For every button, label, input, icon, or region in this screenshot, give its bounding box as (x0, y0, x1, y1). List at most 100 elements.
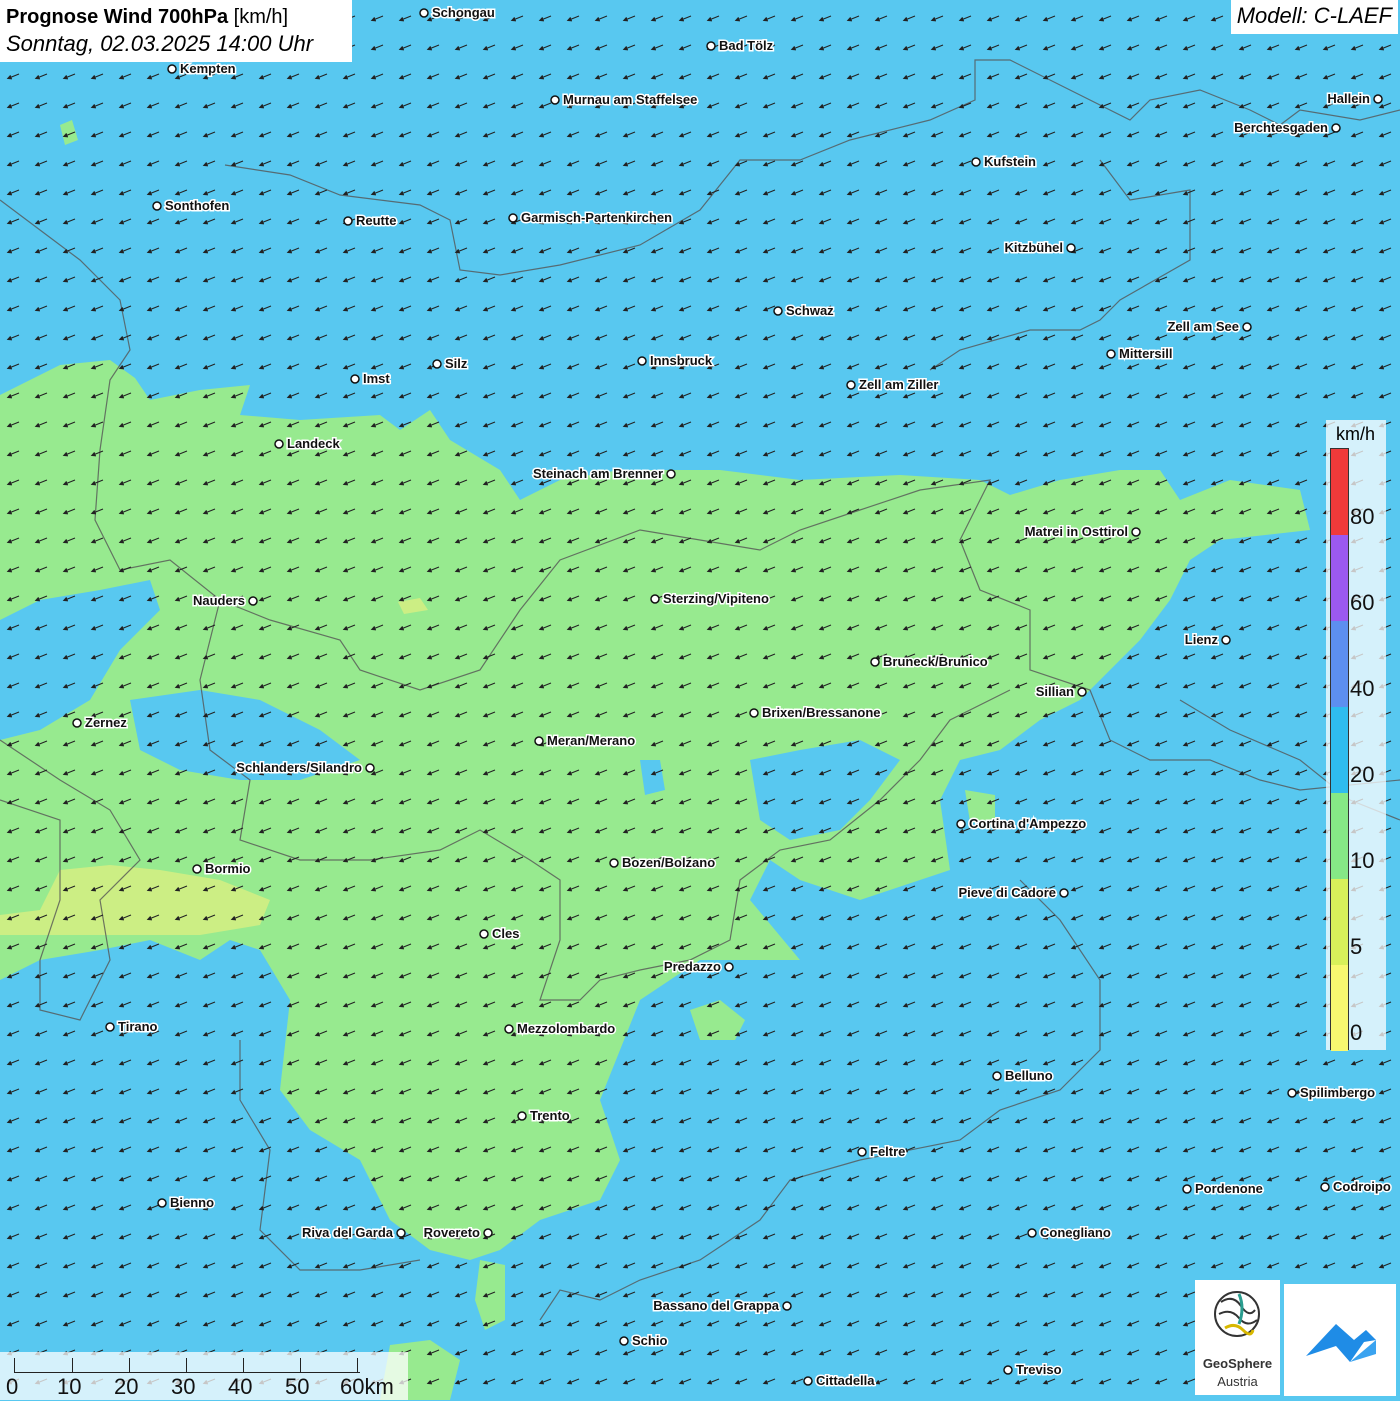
legend-swatch (1331, 879, 1348, 965)
city-dot (1003, 1365, 1013, 1375)
city-dot (419, 8, 429, 18)
city-dot (782, 1301, 792, 1311)
city-label: Pieve di Cadore (958, 885, 1056, 900)
city-marker: Bozen/Bolzano (609, 854, 717, 872)
logo-text-brand: GeoSphere (1202, 1356, 1273, 1371)
city-dot (517, 1111, 527, 1121)
city-label: Sterzing/Vipiteno (663, 591, 769, 606)
geosphere-logo[interactable]: GeoSphere Austria (1195, 1280, 1280, 1395)
legend-swatch (1331, 793, 1348, 879)
city-dot (1077, 687, 1087, 697)
city-dot (1373, 94, 1383, 104)
city-dot (1066, 243, 1076, 253)
city-marker: Pieve di Cadore (957, 884, 1069, 902)
city-label: Zell am See (1167, 319, 1239, 334)
city-dot (650, 594, 660, 604)
city-label: Garmisch-Partenkirchen (521, 210, 672, 225)
scale-label: 20 (114, 1374, 139, 1399)
city-dot (992, 1071, 1002, 1081)
legend-label: 5 (1350, 934, 1363, 959)
city-label: Spilimbergo (1300, 1085, 1375, 1100)
legend-swatch (1331, 535, 1348, 621)
city-dot (167, 64, 177, 74)
weather-app-logo[interactable] (1284, 1284, 1396, 1396)
legend-swatch (1331, 965, 1348, 1051)
color-legend: km/h 80 60 40 20 10 5 0 (1326, 420, 1386, 1051)
title-unit: [km/h] (233, 6, 289, 28)
city-dot (1027, 1228, 1037, 1238)
city-label: Bormio (205, 861, 251, 876)
legend-swatch (1331, 621, 1348, 707)
city-label: Berchtesgaden (1234, 120, 1328, 135)
city-dot (1331, 123, 1341, 133)
city-label: Treviso (1016, 1362, 1062, 1377)
city-label: Reutte (356, 213, 396, 228)
city-label: Mezzolombardo (517, 1021, 615, 1036)
city-label: Schlanders/Silandro (236, 760, 362, 775)
city-dot (956, 819, 966, 829)
city-label: Belluno (1005, 1068, 1053, 1083)
city-marker: Garmisch-Partenkirchen (508, 209, 674, 227)
city-dot (1287, 1088, 1297, 1098)
city-label: Bad Tölz (719, 38, 774, 53)
scale-tick (186, 1358, 187, 1372)
city-dot (609, 858, 619, 868)
city-label: Hallein (1327, 91, 1370, 106)
title-text: Prognose Wind 700hPa (6, 6, 229, 28)
city-dot (724, 962, 734, 972)
city-dot (1221, 635, 1231, 645)
city-marker: Bruneck/Brunico (870, 653, 989, 671)
scale-label: 40 (228, 1374, 253, 1399)
city-dot (479, 929, 489, 939)
city-label: Cortina d'Ampezzo (969, 816, 1086, 831)
city-marker: Steinach am Brenner (531, 465, 676, 483)
city-dot (365, 763, 375, 773)
city-marker: Murnau am Staffelsee (550, 91, 699, 109)
city-dot (706, 41, 716, 51)
city-label: Landeck (287, 436, 341, 451)
city-label: Feltre (870, 1144, 905, 1159)
city-dot (1320, 1182, 1330, 1192)
city-dot (105, 1022, 115, 1032)
city-dot (1131, 527, 1141, 537)
scale-tick (243, 1358, 244, 1372)
city-label: Steinach am Brenner (533, 466, 663, 481)
city-marker: Sonthofen (152, 197, 231, 215)
scale-label: 60km (340, 1374, 394, 1399)
city-label: Murnau am Staffelsee (563, 92, 697, 107)
city-dot (971, 157, 981, 167)
model-label: Modell: C-LAEF (1230, 0, 1398, 34)
city-label: Schio (632, 1333, 667, 1348)
title-box: Prognose Wind 700hPa [km/h] Sonntag, 02.… (0, 0, 352, 62)
scale-label: 0 (6, 1374, 19, 1399)
legend-unit: km/h (1336, 424, 1376, 444)
city-marker: Bassano del Grappa (652, 1297, 792, 1315)
forecast-datetime: Sonntag, 02.03.2025 14:00 Uhr (6, 31, 314, 56)
city-marker: Meran/Merano (534, 732, 637, 750)
mountain-cloud-icon (1306, 1324, 1376, 1362)
city-dot (534, 736, 544, 746)
city-label: Schwaz (786, 303, 834, 318)
city-dot (1106, 349, 1116, 359)
city-marker: Sterzing/Vipiteno (650, 590, 770, 608)
legend-label: 10 (1350, 848, 1375, 873)
city-label: Riva del Garda (302, 1225, 394, 1240)
city-marker: Schlanders/Silandro (235, 759, 375, 777)
geosphere-logo-icon (1214, 1291, 1260, 1337)
city-dot (432, 359, 442, 369)
city-label: Conegliano (1040, 1225, 1111, 1240)
city-marker: Zell am See (1166, 318, 1252, 336)
map-title: Prognose Wind 700hPa [km/h] (6, 4, 346, 30)
city-dot (504, 1024, 514, 1034)
scale-tick (300, 1358, 301, 1372)
city-dot (72, 718, 82, 728)
city-label: Cles (492, 926, 519, 941)
city-dot (192, 864, 202, 874)
city-label: Silz (445, 356, 468, 371)
city-dot (1059, 888, 1069, 898)
city-marker: Mezzolombardo (504, 1020, 617, 1038)
city-dot (396, 1228, 406, 1238)
city-label: Zell am Ziller (859, 377, 938, 392)
scale-tick (129, 1358, 130, 1372)
city-label: Bruneck/Brunico (883, 654, 988, 669)
